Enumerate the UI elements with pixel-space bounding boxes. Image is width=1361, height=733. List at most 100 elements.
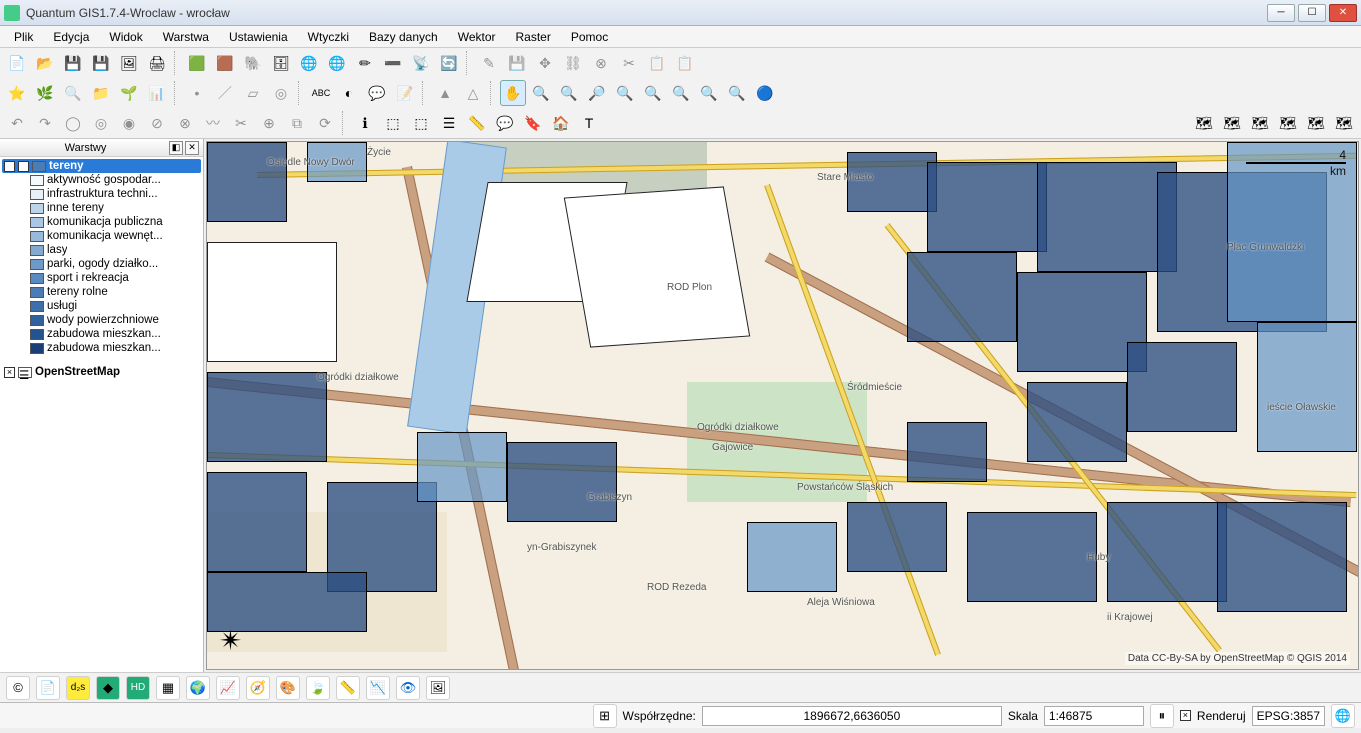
menu-edycja[interactable]: Edycja (43, 28, 99, 46)
add-group-button[interactable]: 📁 (88, 80, 114, 106)
split-button[interactable]: ✂ (228, 110, 254, 136)
measure-button[interactable]: 📏 (464, 110, 490, 136)
toggle-edit-button[interactable]: ✎ (476, 50, 502, 76)
paste-features-button[interactable]: 📋 (672, 50, 698, 76)
layer-item[interactable]: sport i rekreacja (2, 271, 201, 285)
delete-feature-button[interactable]: ⊗ (588, 50, 614, 76)
plugin-notes[interactable]: 📄 (36, 676, 60, 700)
layer-osm[interactable]: × ☰ OpenStreetMap (2, 365, 201, 379)
panel-close-button[interactable]: ✕ (185, 141, 199, 155)
minimize-button[interactable]: ─ (1267, 4, 1295, 22)
zoom-full-button[interactable]: 🔍 (668, 80, 694, 106)
select-button[interactable]: ⬚ (380, 110, 406, 136)
add-part-button[interactable]: ◉ (116, 110, 142, 136)
raster-tool-2[interactable]: 🗺 (1219, 110, 1245, 136)
save-as-button[interactable]: 💾 (88, 50, 114, 76)
plugin-globe[interactable]: 🌍 (186, 676, 210, 700)
plugin-graph[interactable]: 📉 (366, 676, 390, 700)
diagram-button[interactable]: ◐ (336, 80, 362, 106)
remove-layer-button[interactable]: ➖ (380, 50, 406, 76)
layer-item[interactable]: zabudowa mieszkan... (2, 327, 201, 341)
raster-tool-6[interactable]: 🗺 (1331, 110, 1357, 136)
add-postgis-button[interactable]: 🐘 (240, 50, 266, 76)
move-feature-button[interactable]: ✥ (532, 50, 558, 76)
layer-item[interactable]: infrastruktura techni... (2, 187, 201, 201)
add-wfs-button[interactable]: 🌐 (324, 50, 350, 76)
menu-wtyczki[interactable]: Wtyczki (298, 28, 359, 46)
zoom-in-button[interactable]: 🔍 (528, 80, 554, 106)
query-button[interactable]: 🔍 (60, 80, 86, 106)
new-vector-button[interactable]: ✏ (352, 50, 378, 76)
zoom-next-button[interactable]: 🔍 (724, 80, 750, 106)
delete-part-button[interactable]: ⊗ (172, 110, 198, 136)
plugin-button-1[interactable]: ▲ (432, 80, 458, 106)
plugin-grid[interactable]: ▦ (156, 676, 180, 700)
menu-raster[interactable]: Raster (506, 28, 561, 46)
zoom-native-button[interactable]: 🔍 (696, 80, 722, 106)
add-raster-button[interactable]: 🟫 (212, 50, 238, 76)
save-button[interactable]: 💾 (60, 50, 86, 76)
plugin-compass[interactable]: 🧭 (246, 676, 270, 700)
maptips-button[interactable]: 💬 (492, 110, 518, 136)
plugin-d2s[interactable]: d₂s (66, 676, 90, 700)
redo-button[interactable]: ↷ (32, 110, 58, 136)
raster-tool-1[interactable]: 🗺 (1191, 110, 1217, 136)
merge-attr-button[interactable]: ⧉ (284, 110, 310, 136)
layer-item[interactable]: komunikacja wewnęt... (2, 229, 201, 243)
hide-layer-button[interactable]: 🌿 (32, 80, 58, 106)
crs-field[interactable]: EPSG:3857 (1252, 706, 1325, 726)
checkbox-icon[interactable]: × (4, 367, 15, 378)
layer-item[interactable]: inne tereny (2, 201, 201, 215)
capture-point-button[interactable]: • (184, 80, 210, 106)
layer-item[interactable]: lasy (2, 243, 201, 257)
plugin-leaf[interactable]: 🍃 (306, 676, 330, 700)
menu-wektor[interactable]: Wektor (448, 28, 506, 46)
text-tool-button[interactable]: T (576, 110, 602, 136)
layer-group-tereny[interactable]: - × tereny (2, 159, 201, 173)
render-checkbox[interactable]: × (1180, 710, 1191, 721)
new-project-button[interactable]: 📄 (4, 50, 30, 76)
layer-item[interactable]: parki, ogody działko... (2, 257, 201, 271)
close-button[interactable]: ✕ (1329, 4, 1357, 22)
raster-tool-4[interactable]: 🗺 (1275, 110, 1301, 136)
menu-bazy[interactable]: Bazy danych (359, 28, 448, 46)
plugin-osm[interactable]: 👁 (396, 676, 420, 700)
table-button[interactable]: ☰ (436, 110, 462, 136)
save-image-button[interactable]: 🖼 (116, 50, 142, 76)
save-edits-button[interactable]: 💾 (504, 50, 530, 76)
raster-tool-3[interactable]: 🗺 (1247, 110, 1273, 136)
deselect-button[interactable]: ⬚ (408, 110, 434, 136)
identify-button[interactable]: ℹ (352, 110, 378, 136)
layer-item[interactable]: tereny rolne (2, 285, 201, 299)
plugin-button-2[interactable]: △ (460, 80, 486, 106)
zoom-out-button[interactable]: 🔍 (556, 80, 582, 106)
add-spatialite-button[interactable]: 🗄 (268, 50, 294, 76)
label-button[interactable]: ABC (308, 80, 334, 106)
zoom-layer-button[interactable]: 🔍 (612, 80, 638, 106)
zoom-last-button[interactable]: 🔍 (640, 80, 666, 106)
plugin-profile[interactable]: 📈 (216, 676, 240, 700)
pan-button[interactable]: ✋ (500, 80, 526, 106)
simplify-button[interactable]: ◯ (60, 110, 86, 136)
add-ring-button[interactable]: ◎ (88, 110, 114, 136)
toggle-extents-button[interactable]: ⊞ (593, 704, 617, 728)
ring-button[interactable]: ◎ (268, 80, 294, 106)
print-button[interactable]: 🖨 (144, 50, 170, 76)
refresh-map-button[interactable]: 🔵 (752, 80, 778, 106)
form-annotation-button[interactable]: 📝 (392, 80, 418, 106)
plugin-ruler[interactable]: 📏 (336, 676, 360, 700)
bookmark-show-button[interactable]: 🏠 (548, 110, 574, 136)
capture-line-button[interactable]: ／ (212, 80, 238, 106)
plugin-green1[interactable]: ◆ (96, 676, 120, 700)
layer-item[interactable]: aktywność gospodar... (2, 173, 201, 187)
panel-float-button[interactable]: ◧ (169, 141, 183, 155)
layer-item[interactable]: wody powierzchniowe (2, 313, 201, 327)
crs-button[interactable]: 🌐 (1331, 704, 1355, 728)
stop-render-button[interactable]: ⏸ (1150, 704, 1174, 728)
menu-warstwa[interactable]: Warstwa (153, 28, 219, 46)
plugin-style[interactable]: 🎨 (276, 676, 300, 700)
bookmark-new-button[interactable]: 🔖 (520, 110, 546, 136)
checkbox-icon[interactable]: × (18, 161, 29, 172)
merge-button[interactable]: ⊕ (256, 110, 282, 136)
node-tool-button[interactable]: ⛓ (560, 50, 586, 76)
